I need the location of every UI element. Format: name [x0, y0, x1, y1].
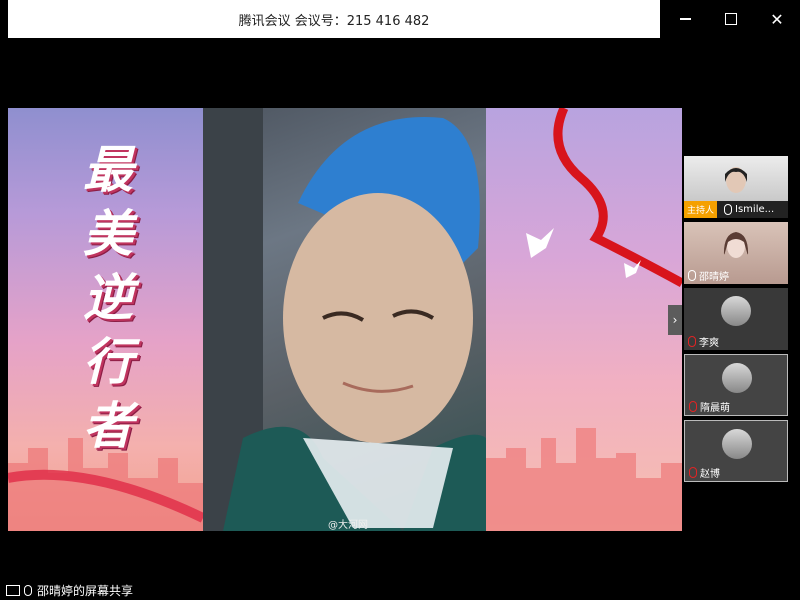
microphone-icon: [724, 204, 733, 215]
close-button[interactable]: ✕: [754, 0, 800, 38]
city-skyline-left: [8, 438, 203, 531]
chevron-right-icon: ›: [672, 313, 678, 327]
minimize-icon: [679, 18, 691, 20]
participant-name: 邵晴婷: [699, 272, 729, 283]
title-bar: 腾讯会议 会议号：215 416 482: [8, 0, 660, 38]
maximize-icon: [725, 13, 737, 25]
close-icon: ✕: [770, 9, 784, 29]
participant-video: [725, 167, 747, 193]
nurse-portrait: [203, 108, 486, 531]
avatar: [722, 429, 752, 459]
participant-footer: 赵博: [685, 464, 787, 481]
window-title: 腾讯会议 会议号：215 416 482: [238, 13, 430, 29]
participant-name: 隋晨萌: [700, 403, 730, 414]
microphone-icon: [688, 270, 696, 281]
microphone-icon: [24, 584, 32, 596]
participant-name: 赵博: [700, 469, 720, 480]
participant-tile[interactable]: 李爽: [684, 288, 788, 350]
avatar: [721, 296, 751, 326]
microphone-muted-icon: [688, 336, 696, 347]
minimize-button[interactable]: [662, 0, 708, 38]
participant-footer: 隋晨萌: [685, 398, 787, 415]
poster-left-panel: 最 美 逆 行 者: [8, 108, 203, 531]
watermark-text: @大河网: [328, 520, 368, 531]
host-badge: 主持人: [684, 201, 718, 218]
participant-tile[interactable]: 赵博: [684, 420, 788, 482]
participant-name: 李爽: [699, 338, 719, 349]
screen-share-icon: [6, 584, 20, 596]
participant-name: Ismile...: [735, 204, 775, 215]
maximize-button[interactable]: [708, 0, 754, 38]
nurse-photo: @大河网: [203, 108, 486, 531]
participant-tile[interactable]: 邵晴婷: [684, 222, 788, 284]
avatar: [722, 363, 752, 393]
screen-share-label: 邵晴婷的屏幕共享: [37, 583, 134, 598]
shared-screen: 最 美 逆 行 者 @大河网: [8, 108, 682, 531]
poster-right-panel: [486, 108, 682, 531]
participant-video: [723, 232, 749, 258]
expand-participants-button[interactable]: ›: [668, 305, 682, 335]
screen-share-status: 邵晴婷的屏幕共享: [6, 582, 133, 598]
participant-tile[interactable]: 主持人 Ismile...: [684, 156, 788, 218]
participant-footer: 邵晴婷: [684, 267, 788, 284]
microphone-muted-icon: [689, 467, 697, 478]
participant-footer: 主持人 Ismile...: [684, 201, 788, 218]
participant-footer: 李爽: [684, 333, 788, 350]
participant-tile[interactable]: 隋晨萌: [684, 354, 788, 416]
poster-decoration: [486, 108, 682, 531]
microphone-muted-icon: [689, 401, 697, 412]
